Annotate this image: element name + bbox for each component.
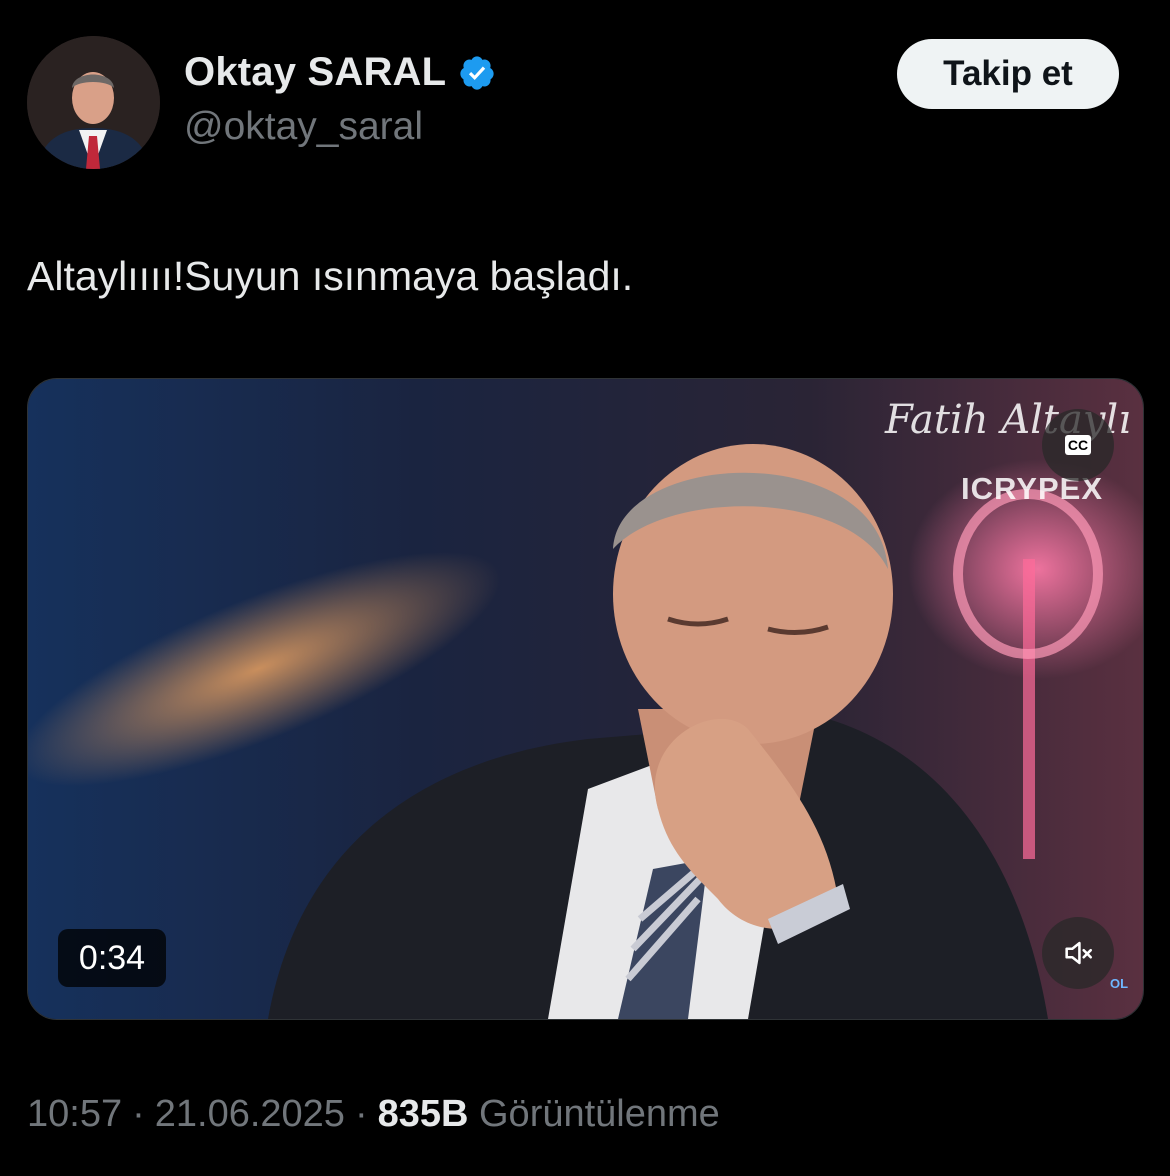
tweet-meta: 10:57 · 21.06.2025 · 835B Görüntülenme xyxy=(27,1093,720,1136)
views-count[interactable]: 835B xyxy=(378,1093,469,1135)
muted-speaker-icon xyxy=(1065,941,1093,965)
meta-separator: · xyxy=(354,1093,368,1135)
meta-separator: · xyxy=(132,1093,145,1135)
author-handle[interactable]: @oktay_saral xyxy=(184,105,423,149)
author-avatar[interactable] xyxy=(27,36,160,169)
tweet-date[interactable]: 21.06.2025 xyxy=(155,1093,345,1136)
video-duration-badge: 0:34 xyxy=(58,929,166,987)
views-label: Görüntülenme xyxy=(479,1093,720,1135)
video-player[interactable]: Fatih Altaylı ICRYPEX CC 0:34 OL xyxy=(27,378,1144,1020)
cc-icon: CC xyxy=(1064,435,1092,455)
corner-logo: OL xyxy=(1110,976,1129,991)
mute-button[interactable] xyxy=(1042,917,1114,989)
captions-button[interactable]: CC xyxy=(1042,409,1114,481)
avatar-portrait xyxy=(27,36,160,169)
tweet-text: Altaylıııı!Suyun ısınmaya başladı. xyxy=(27,253,634,299)
verified-badge-icon[interactable] xyxy=(458,54,496,92)
tweet-time[interactable]: 10:57 xyxy=(27,1093,122,1136)
follow-button[interactable]: Takip et xyxy=(897,39,1119,109)
author-name-row: Oktay SARAL xyxy=(184,50,496,95)
author-display-name[interactable]: Oktay SARAL xyxy=(184,50,446,95)
